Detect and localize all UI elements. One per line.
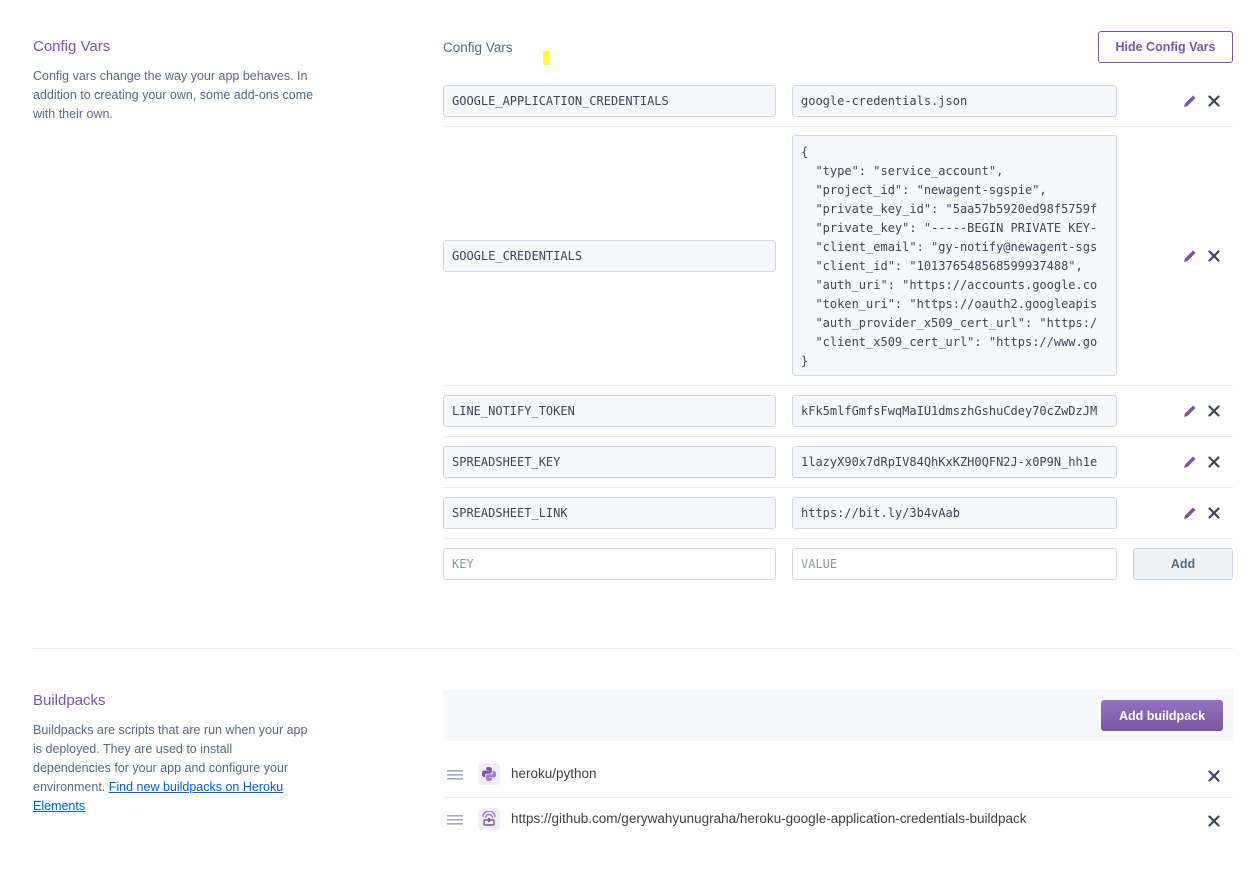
drag-handle-icon[interactable] <box>446 812 464 828</box>
row-divider <box>443 436 1233 437</box>
config-var-value[interactable]: 1lazyX90x7dRpIV84QhKxKZH0QFN2J-x0P9N_hh1… <box>792 446 1117 478</box>
row-divider <box>443 126 1233 127</box>
buildpack-generic-icon <box>478 808 500 830</box>
edit-pencil-icon[interactable] <box>1181 402 1199 420</box>
drag-handle-icon[interactable] <box>446 767 464 783</box>
delete-x-icon[interactable] <box>1205 504 1223 522</box>
delete-x-icon[interactable] <box>1205 453 1223 471</box>
new-key-input[interactable]: KEY <box>443 548 776 580</box>
row-divider <box>443 487 1233 488</box>
delete-x-icon[interactable] <box>1205 402 1223 420</box>
hide-config-vars-button[interactable]: Hide Config Vars <box>1098 31 1233 63</box>
add-buildpack-button[interactable]: Add buildpack <box>1101 700 1223 731</box>
config-var-value[interactable]: https://bit.ly/3b4vAab <box>792 497 1117 529</box>
config-var-key[interactable]: GOOGLE_APPLICATION_CREDENTIALS <box>443 85 776 117</box>
section-divider <box>33 648 1233 649</box>
config-var-key[interactable]: SPREADSHEET_LINK <box>443 497 776 529</box>
buildpack-name: https://github.com/gerywahyunugraha/hero… <box>511 811 1027 826</box>
config-var-value[interactable]: kFk5mlfGmfsFwqMaIU1dmszhGshuCdey70cZwDzJ… <box>792 395 1117 427</box>
row-divider <box>443 538 1233 539</box>
config-var-key[interactable]: LINE_NOTIFY_TOKEN <box>443 395 776 427</box>
config-vars-description: Config vars change the way your app beha… <box>33 69 314 121</box>
config-var-value[interactable]: google-credentials.json <box>792 85 1117 117</box>
remove-buildpack-x-icon[interactable] <box>1205 812 1223 830</box>
highlight-marker <box>543 51 550 65</box>
row-divider <box>443 385 1233 386</box>
delete-x-icon[interactable] <box>1205 92 1223 110</box>
buildpacks-description: Buildpacks are scripts that are run when… <box>33 721 313 816</box>
config-var-json-value: { "type": "service_account", "project_id… <box>801 145 1098 368</box>
buildpack-name: heroku/python <box>511 766 597 781</box>
config-vars-header-label: Config Vars <box>443 40 513 55</box>
buildpacks-title: Buildpacks <box>33 692 106 709</box>
edit-pencil-icon[interactable] <box>1181 453 1199 471</box>
remove-buildpack-x-icon[interactable] <box>1205 767 1223 785</box>
config-var-key[interactable]: SPREADSHEET_KEY <box>443 446 776 478</box>
config-var-key[interactable]: GOOGLE_CREDENTIALS <box>443 240 776 272</box>
delete-x-icon[interactable] <box>1205 247 1223 265</box>
python-icon <box>478 763 500 785</box>
edit-pencil-icon[interactable] <box>1181 504 1199 522</box>
row-divider <box>443 797 1233 798</box>
new-value-input[interactable]: VALUE <box>792 548 1117 580</box>
edit-pencil-icon[interactable] <box>1181 92 1199 110</box>
add-config-var-button[interactable]: Add <box>1133 548 1233 580</box>
edit-pencil-icon[interactable] <box>1181 247 1199 265</box>
config-var-value-textarea[interactable]: { "type": "service_account", "project_id… <box>792 135 1117 376</box>
config-vars-title: Config Vars <box>33 38 111 55</box>
